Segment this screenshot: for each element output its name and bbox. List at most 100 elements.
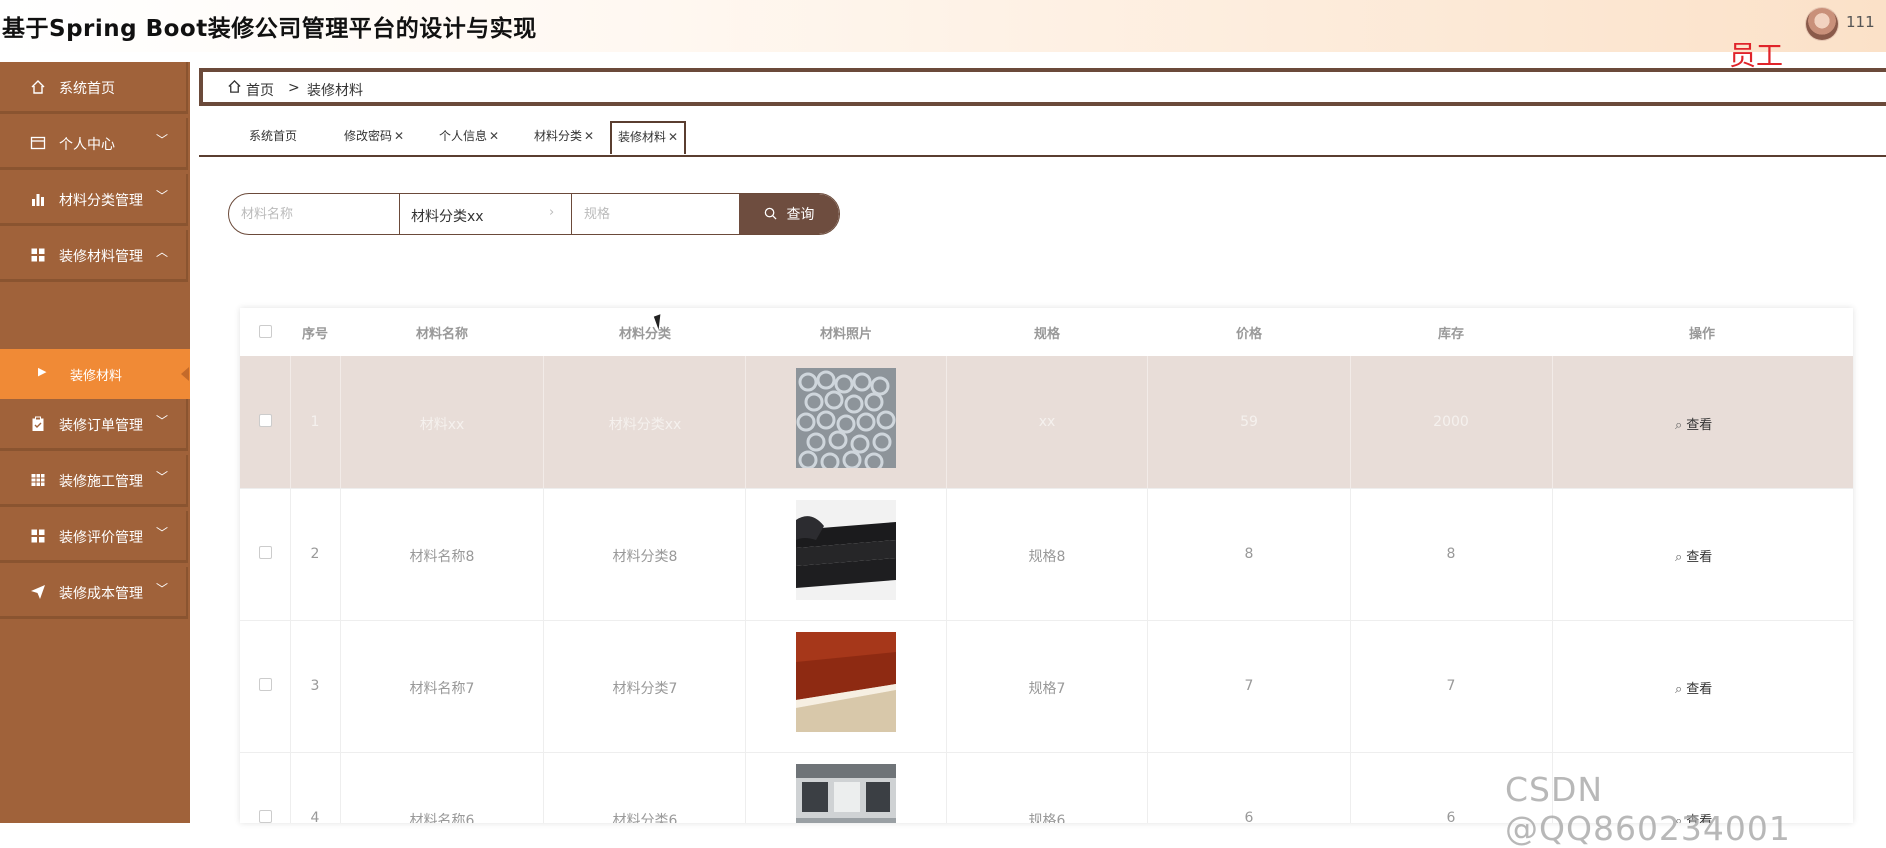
- sidebar-item-personal-center[interactable]: 个人中心 ﹀: [0, 118, 188, 170]
- cell-divider: [1350, 356, 1351, 488]
- table-icon: [30, 472, 46, 488]
- wood-panel-photo[interactable]: [796, 632, 896, 732]
- cell-divider: [290, 488, 291, 620]
- view-button-label: 查看: [1686, 418, 1713, 433]
- column-header: 材料名称: [415, 327, 469, 342]
- cell-spec: xx: [1038, 414, 1056, 430]
- divider: [399, 194, 400, 234]
- cell-divider: [290, 752, 291, 823]
- cell-price: 6: [1244, 810, 1254, 823]
- column-header: 规格: [1033, 327, 1061, 342]
- sidebar-item-review-management[interactable]: 装修评价管理 ﹀: [0, 511, 188, 563]
- cell-divider: [745, 356, 746, 488]
- cell-spec: 规格7: [1028, 681, 1066, 697]
- grid-icon: [30, 247, 46, 263]
- tab-bar: 系统首页 修改密码 ✕ 个人信息 ✕ 材料分类 ✕ 装修材料 ✕: [199, 119, 1886, 157]
- cell-stock: 2000: [1433, 414, 1469, 430]
- close-icon[interactable]: ✕: [394, 129, 404, 143]
- foam-sheets-photo[interactable]: [796, 500, 896, 600]
- breadcrumb-home-link[interactable]: 首页: [246, 80, 274, 100]
- sidebar-subitem-label: 装修材料: [70, 369, 123, 384]
- row-checkbox[interactable]: [259, 678, 272, 691]
- cell-spec: 规格6: [1028, 813, 1066, 823]
- steel-pipes-photo[interactable]: [796, 368, 896, 468]
- search-bar: 材料分类xx › 查询: [228, 193, 840, 235]
- search-button-label: 查询: [786, 207, 815, 223]
- row-checkbox[interactable]: [259, 810, 272, 823]
- caret-right-icon: ▶: [38, 365, 47, 378]
- column-header: 库存: [1437, 327, 1465, 342]
- cell-divider: [745, 752, 746, 823]
- sidebar-item-cost-management[interactable]: 装修成本管理 ﹀: [0, 567, 188, 619]
- cell-stock: 8: [1446, 546, 1456, 562]
- table-row[interactable]: 1 材料xx 材料分类xx xx 59 2000 ⌕ 查看: [240, 356, 1853, 489]
- sidebar-item-order-management[interactable]: 装修订单管理 ﹀: [0, 399, 188, 451]
- search-button[interactable]: 查询: [739, 194, 839, 234]
- clipboard-icon: [30, 416, 46, 432]
- view-button[interactable]: ⌕ 查看: [1675, 414, 1712, 433]
- cell-index: 3: [310, 678, 320, 694]
- home-icon[interactable]: [227, 79, 242, 98]
- select-all-checkbox[interactable]: [259, 325, 272, 338]
- cell-name: 材料名称8: [409, 549, 475, 565]
- sidebar-item-construction-management[interactable]: 装修施工管理 ﹀: [0, 455, 188, 507]
- kitchen-photo[interactable]: [796, 764, 896, 823]
- sidebar-item-label: 装修施工管理: [59, 474, 143, 490]
- tab-label: 修改密码: [344, 129, 393, 143]
- tab-material-category[interactable]: 材料分类 ✕: [534, 121, 594, 151]
- sidebar-item-category-management[interactable]: 材料分类管理 ﹀: [0, 174, 188, 226]
- tab-system-home[interactable]: 系统首页: [249, 121, 297, 151]
- tab-label: 系统首页: [249, 129, 298, 143]
- chevron-down-icon: ﹀: [156, 526, 169, 540]
- row-checkbox[interactable]: [259, 546, 272, 559]
- cell-divider: [1350, 488, 1351, 620]
- cell-index: 2: [310, 546, 320, 562]
- watermark: CSDN @QQ860234001: [1505, 770, 1791, 848]
- top-header: 基于Spring Boot装修公司管理平台的设计与实现 111 员工: [0, 0, 1886, 72]
- spec-input[interactable]: [572, 194, 739, 234]
- sidebar-item-home[interactable]: 系统首页: [0, 62, 188, 114]
- cell-category: 材料分类7: [612, 681, 678, 697]
- view-button[interactable]: ⌕ 查看: [1675, 678, 1712, 697]
- chevron-down-icon: ﹀: [156, 133, 169, 147]
- sidebar: 系统首页 个人中心 ﹀ 材料分类管理 ﹀ 装修材料管理 ︿ ▶ 装修材料 装修订…: [0, 62, 190, 823]
- cell-divider: [290, 356, 291, 488]
- tab-decoration-materials[interactable]: 装修材料 ✕: [610, 121, 687, 154]
- cell-divider: [946, 752, 947, 823]
- breadcrumb-separator: >: [288, 80, 300, 96]
- tab-change-password[interactable]: 修改密码 ✕: [344, 121, 404, 151]
- cell-divider: [1552, 356, 1553, 488]
- tab-label: 装修材料: [618, 130, 667, 144]
- column-header: 材料照片: [819, 327, 873, 342]
- cell-divider: [1552, 620, 1553, 752]
- cell-divider: [340, 488, 341, 620]
- sidebar-subitem-materials[interactable]: ▶ 装修材料: [0, 349, 190, 399]
- table-row[interactable]: 3 材料名称7 材料分类7 规格7 7 7 ⌕ 查看: [240, 620, 1853, 753]
- home-icon: [30, 79, 46, 95]
- materials-table: 序号 材料名称 材料分类 材料照片 规格 价格 库存 操作 1 材料xx 材料分…: [240, 308, 1853, 823]
- cell-divider: [1552, 488, 1553, 620]
- cell-divider: [543, 752, 544, 823]
- close-icon[interactable]: ✕: [489, 129, 499, 143]
- category-select[interactable]: 材料分类xx ›: [401, 194, 571, 234]
- cell-divider: [1147, 356, 1148, 488]
- bar-chart-icon: [30, 191, 46, 207]
- cell-divider: [543, 620, 544, 752]
- user-avatar[interactable]: [1806, 8, 1838, 40]
- search-icon: ⌕: [1675, 550, 1683, 565]
- tab-personal-info[interactable]: 个人信息 ✕: [439, 121, 499, 151]
- cell-divider: [1147, 488, 1148, 620]
- column-header: 价格: [1235, 327, 1263, 342]
- sidebar-item-material-management[interactable]: 装修材料管理 ︿: [0, 230, 188, 282]
- row-checkbox[interactable]: [259, 414, 272, 427]
- material-name-input[interactable]: [229, 194, 399, 234]
- cell-divider: [340, 752, 341, 823]
- active-indicator: [181, 367, 189, 381]
- close-icon[interactable]: ✕: [668, 130, 678, 144]
- tab-label: 个人信息: [439, 129, 488, 143]
- user-name[interactable]: 111: [1846, 13, 1875, 31]
- close-icon[interactable]: ✕: [584, 129, 594, 143]
- app-title: 基于Spring Boot装修公司管理平台的设计与实现: [2, 16, 537, 42]
- view-button[interactable]: ⌕ 查看: [1675, 546, 1712, 565]
- table-row[interactable]: 2 材料名称8 材料分类8 规格8 8 8 ⌕ 查看: [240, 488, 1853, 621]
